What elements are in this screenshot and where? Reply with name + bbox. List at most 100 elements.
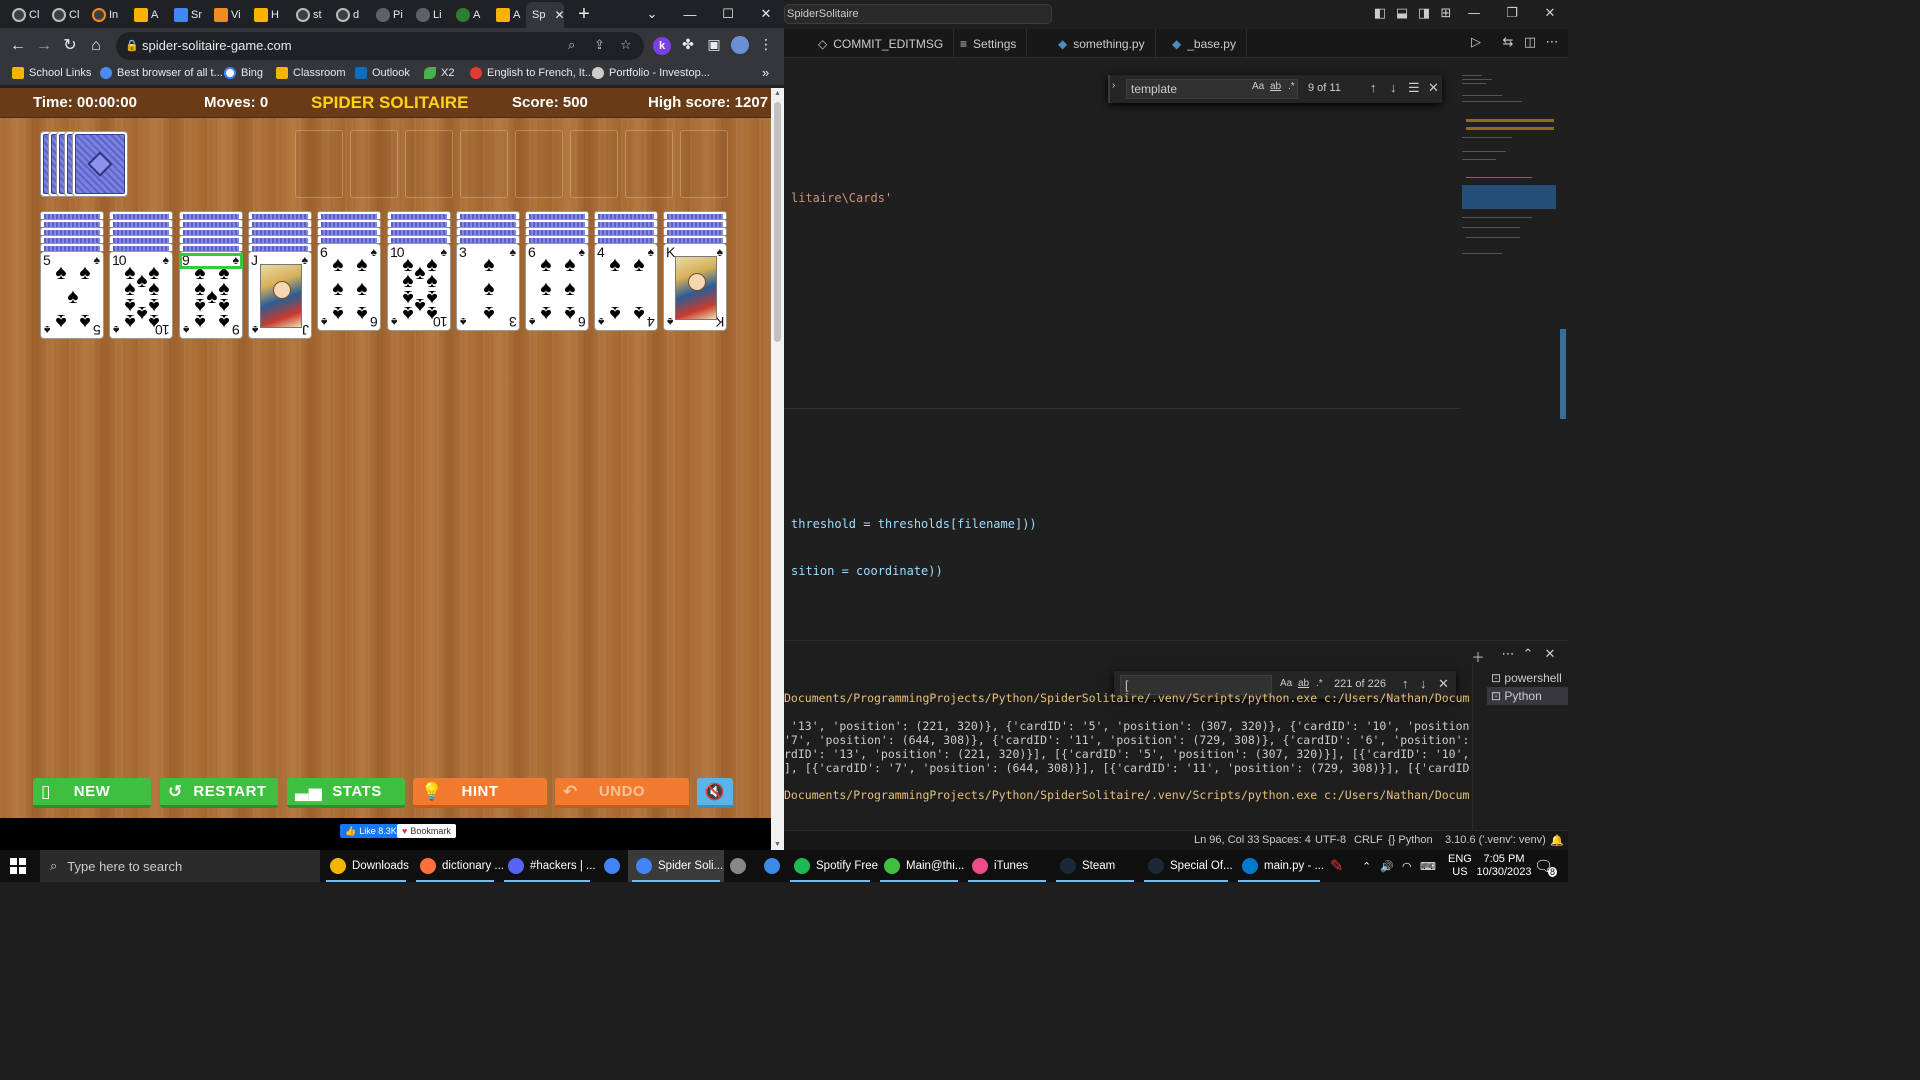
face-up-card[interactable]: 4 ♠ 4 ♠ ♠ ♠ ♠ ♠ <box>594 243 658 331</box>
page-scrollbar[interactable]: ▲ ▼ <box>771 88 784 850</box>
tray-pen-icon[interactable]: ✎ <box>1330 850 1343 882</box>
address-bar[interactable]: 🔒 spider-solitaire-game.com ⌕ ⇪ ☆ <box>116 32 644 60</box>
taskbar-search[interactable]: ⌕ Type here to search <box>40 850 320 882</box>
face-up-card[interactable]: 10 ♠ 10 ♠ ♠ ♠ ♠ ♠ ♠ ♠ ♠ ♠ ♠ ♠ <box>387 243 451 331</box>
bookmark-item[interactable]: X2 <box>424 67 454 79</box>
restart-button[interactable]: ↺ RESTART <box>160 778 278 808</box>
browser-tab[interactable]: d <box>330 2 368 28</box>
tableau-column[interactable]: 4 ♠ 4 ♠ ♠ ♠ ♠ ♠ <box>594 211 658 331</box>
customize-layout-icon[interactable]: ⊞ <box>1436 6 1456 21</box>
close-panel-icon[interactable]: ✕ <box>1540 647 1560 662</box>
face-up-card[interactable]: J ♠ J ♠ <box>248 251 312 339</box>
notification-center-icon[interactable]: 🗨 8 <box>1534 850 1558 882</box>
browser-tab[interactable]: Vi <box>208 2 246 28</box>
terminal-output[interactable]: Documents/ProgrammingProjects/Python/Spi… <box>784 687 1470 831</box>
taskbar-app[interactable]: dictionary ... <box>412 850 504 882</box>
compare-icon[interactable]: ⇆ <box>1498 35 1518 50</box>
browser-tab[interactable]: st <box>290 2 328 28</box>
bookmark-item[interactable]: Best browser of all t... <box>100 67 223 79</box>
taskbar-app[interactable] <box>722 850 750 882</box>
browser-tab-active[interactable]: Sp ✕ <box>526 2 564 28</box>
tableau-column[interactable]: 6 ♠ 6 ♠ ♠ ♠ ♠ ♠ ♠ ♠ <box>525 211 589 331</box>
browser-tab[interactable]: A <box>450 2 488 28</box>
mute-button[interactable]: 🔇 <box>697 778 733 808</box>
facebook-like-button[interactable]: 👍 Like 8.3K <box>340 824 402 838</box>
extension-k-icon[interactable]: k <box>653 37 671 55</box>
close-find-icon[interactable]: ✕ <box>1428 80 1439 96</box>
editor-scrollbar[interactable] <box>1558 59 1568 639</box>
run-icon[interactable]: ▷ <box>1466 35 1486 50</box>
notifications-bell-icon[interactable]: 🔔 <box>1550 834 1564 847</box>
clock[interactable]: 7:05 PM 10/30/2023 <box>1476 850 1532 882</box>
cursor-position[interactable]: Ln 96, Col 33 <box>1194 834 1259 846</box>
encoding[interactable]: UTF-8 <box>1315 834 1346 846</box>
find-in-selection-icon[interactable]: ☰ <box>1408 80 1420 96</box>
keyboard-icon[interactable]: ⌨ <box>1420 850 1436 882</box>
profile-avatar[interactable] <box>731 36 749 54</box>
stock-card[interactable] <box>72 131 128 197</box>
taskbar-app[interactable]: main.py - ... <box>1234 850 1324 882</box>
command-center[interactable]: SpiderSolitaire <box>784 4 1052 24</box>
toggle-secondary-sidebar-icon[interactable]: ◨ <box>1414 6 1434 21</box>
bookmark-item[interactable]: Portfolio - Investop... <box>592 67 710 79</box>
close-window-icon[interactable]: ✕ <box>1540 6 1560 21</box>
close-window-icon[interactable]: ✕ <box>748 0 784 28</box>
bookmark-item[interactable]: Outlook <box>355 67 410 79</box>
browser-tab[interactable]: A <box>490 2 526 28</box>
hint-button[interactable]: 💡 HINT <box>413 778 547 808</box>
tableau-column[interactable]: 3 ♠ 3 ♠ ♠ ♠ ♠ <box>456 211 520 331</box>
tab-base-py[interactable]: ◆ _base.py <box>1162 29 1247 58</box>
stats-button[interactable]: ▃▅ STATS <box>287 778 405 808</box>
tab-settings[interactable]: ≡ Settings <box>950 29 1028 58</box>
split-editor-icon[interactable]: ◫ <box>1520 35 1540 50</box>
minimize-icon[interactable]: — <box>672 0 708 28</box>
scroll-thumb[interactable] <box>1560 329 1566 419</box>
line-ending[interactable]: CRLF <box>1354 834 1383 846</box>
forward-icon[interactable]: → <box>34 36 54 56</box>
face-up-card[interactable]: 6 ♠ 6 ♠ ♠ ♠ ♠ ♠ ♠ ♠ <box>525 243 589 331</box>
bookmark-button[interactable]: ♥ Bookmark <box>397 824 456 838</box>
face-up-card[interactable]: 10 ♠ 10 ♠ ♠ ♠ ♠ ♠ ♠ ♠ ♠ ♠ ♠ ♠ <box>109 251 173 339</box>
scroll-up-icon[interactable]: ▲ <box>774 90 781 97</box>
tableau-column[interactable]: 5 ♠ 5 ♠ ♠ ♠ ♠ ♠ ♠ <box>40 211 104 339</box>
browser-tab[interactable]: In <box>86 2 126 28</box>
minimize-icon[interactable]: — <box>1464 6 1484 21</box>
taskbar-app[interactable] <box>596 850 624 882</box>
terminal-session-python[interactable]: ⊡ Python <box>1487 687 1568 705</box>
toggle-replace-icon[interactable]: › <box>1112 80 1115 91</box>
whole-word-icon[interactable]: ab <box>1270 81 1281 92</box>
previous-match-icon[interactable]: ↑ <box>1370 80 1377 95</box>
taskbar-app[interactable] <box>756 850 784 882</box>
scroll-down-icon[interactable]: ▼ <box>774 841 781 848</box>
browser-tab[interactable]: H <box>248 2 288 28</box>
indentation[interactable]: Spaces: 4 <box>1262 834 1311 846</box>
browser-tab[interactable]: A <box>128 2 166 28</box>
tableau-column[interactable]: 10 ♠ 10 ♠ ♠ ♠ ♠ ♠ ♠ ♠ ♠ ♠ ♠ ♠ <box>387 211 451 331</box>
language-mode[interactable]: {} Python <box>1388 834 1433 846</box>
taskbar-app[interactable]: Spotify Free <box>786 850 878 882</box>
taskbar-app[interactable]: Steam <box>1052 850 1138 882</box>
python-interpreter[interactable]: 3.10.6 ('.venv': venv) <box>1445 834 1546 846</box>
tableau-column[interactable]: K ♠ K ♠ <box>663 211 727 331</box>
tab-search-icon[interactable]: ⌄ <box>634 0 670 28</box>
taskbar-app[interactable]: iTunes <box>964 850 1050 882</box>
wifi-icon[interactable]: ◠ <box>1402 850 1412 882</box>
windows-start-icon[interactable] <box>10 858 26 874</box>
browser-tab[interactable]: Sr <box>168 2 206 28</box>
menu-icon[interactable]: ⋮ <box>756 36 776 53</box>
tableau-column[interactable]: 9 ♠ 9 ♠ ♠ ♠ ♠ ♠ ♠ ♠ ♠ ♠ ♠ <box>179 211 243 339</box>
regex-icon[interactable]: .* <box>1288 81 1295 92</box>
tableau-column[interactable]: 6 ♠ 6 ♠ ♠ ♠ ♠ ♠ ♠ ♠ <box>317 211 381 331</box>
tab-something-py[interactable]: ◆ something.py <box>1048 29 1156 58</box>
home-icon[interactable]: ⌂ <box>86 36 106 56</box>
restore-icon[interactable]: ❐ <box>1502 6 1522 21</box>
next-match-icon[interactable]: ↓ <box>1390 80 1397 95</box>
taskbar-app[interactable]: Spider Soli... <box>628 850 724 882</box>
browser-tab[interactable]: Pi <box>370 2 408 28</box>
show-hidden-icons[interactable]: ⌃ <box>1362 850 1371 882</box>
new-game-button[interactable]: ▯ NEW <box>33 778 151 808</box>
new-tab-button[interactable]: + <box>566 0 602 28</box>
share-icon[interactable]: ⇪ <box>594 37 605 53</box>
browser-tab[interactable]: Cl <box>6 2 44 28</box>
browser-tab[interactable]: Cl <box>46 2 84 28</box>
